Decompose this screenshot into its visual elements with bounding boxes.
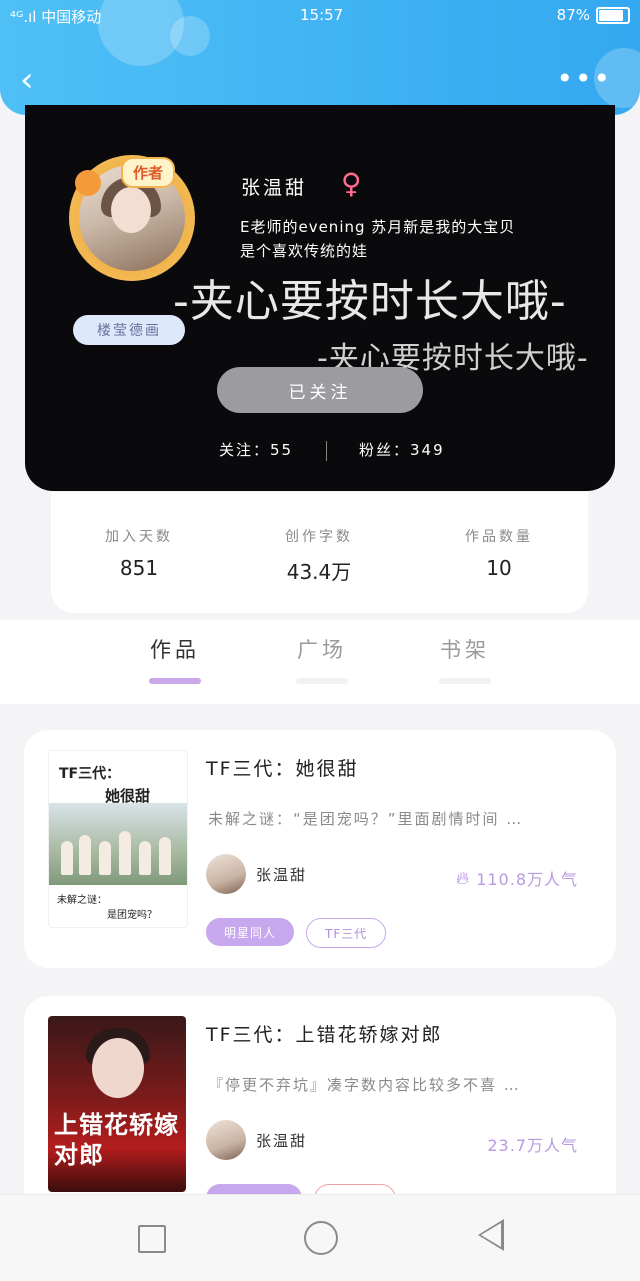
work-title[interactable]: TF三代：上错花轿嫁对郎 [206,1020,443,1047]
tab-label: 书架 [440,638,490,662]
author-name: 张温甜 [256,1131,308,1150]
stat-works-count: 作品数量 10 [429,526,569,580]
tab-bookshelf[interactable]: 书架 [425,634,505,684]
recent-apps-button[interactable] [138,1225,166,1253]
fans-count[interactable]: 粉丝：349 [359,439,445,460]
author-badge: 作者 [121,157,176,188]
stat-word-count: 创作字数 43.4万 [249,526,389,585]
work-description: 未解之谜：“是团宠吗？”里面剧情时间 … [208,810,524,828]
carrier-text: ⁴ᴳ.ıl 中国移动 [10,8,102,26]
back-nav-button[interactable] [478,1219,504,1251]
stat-value: 851 [119,556,159,580]
decor-text: -夹心要按时长大哦- [173,276,567,327]
work-cover[interactable]: TF三代： 她很甜 未解之谜： 是团宠吗？ [48,750,188,928]
tab-indicator [296,678,348,684]
battery-icon [596,6,630,24]
status-bar: ⁴ᴳ.ıl 中国移动 15:57 87% [0,6,640,28]
system-nav-bar [0,1194,640,1281]
work-tag[interactable]: 明星同人 [206,918,295,946]
popularity: 🔥︎ 110.8万人气 [456,866,578,890]
author-avatar [206,854,246,894]
stat-join-days: 加入天数 851 [69,526,209,580]
female-icon: ♀ [341,167,362,200]
profile-tag: 楼莹德画 [73,315,185,345]
cover-text: 未解之谜： [57,895,107,906]
cover-text: 是团宠吗？ [107,910,157,921]
tab-works[interactable]: 作品 [135,634,215,684]
profile-username: 张温甜 [241,177,308,199]
work-card[interactable]: TF三代： 她很甜 未解之谜： 是团宠吗？ TF三代：她很甜 未解之谜：“是团宠… [24,730,616,968]
cover-text: 上错花轿嫁对郎 [54,1111,179,1169]
stat-value: 10 [486,556,512,580]
battery-area: 87% [557,6,630,24]
following-count[interactable]: 关注：55 [219,439,293,460]
follow-button[interactable]: 已关注 [217,367,423,413]
more-options-button[interactable]: ••• [556,62,612,95]
flame-icon: 🔥︎ [455,867,471,889]
back-button[interactable]: ‹ [20,62,50,98]
bio-line: E老师的evening 苏月新是我的大宝贝 [240,218,516,236]
tab-square[interactable]: 广场 [282,634,362,684]
tab-indicator [439,678,491,684]
stat-label: 加入天数 [105,529,173,545]
tab-indicator [149,678,201,684]
work-author[interactable]: 张温甜 [206,1120,307,1160]
popularity-value: 23.7万人气 [487,1136,578,1155]
tab-label: 作品 [150,638,200,662]
work-tags: 明星同人 TF三代 [206,918,387,948]
work-author[interactable]: 张温甜 [206,854,307,894]
profile-card: 作者 楼莹德画 张温甜 ♀ E老师的evening 苏月新是我的大宝贝 是个喜欢… [25,105,615,491]
author-avatar [206,1120,246,1160]
stat-value: 43.4万 [286,560,352,584]
work-title[interactable]: TF三代：她很甜 [206,754,359,781]
home-button[interactable] [304,1221,338,1255]
tab-label: 广场 [297,638,347,662]
tab-bar: 作品 广场 书架 [0,620,640,704]
bio-line: 是个喜欢传统的娃 [240,242,369,260]
profile-bio: E老师的evening 苏月新是我的大宝贝 是个喜欢传统的娃 [240,215,570,263]
author-name: 张温甜 [256,865,308,884]
divider [326,441,327,461]
stat-label: 作品数量 [465,529,533,545]
stat-label: 创作字数 [285,529,353,545]
top-bar: ⁴ᴳ.ıl 中国移动 15:57 87% ‹ ••• [0,0,640,115]
battery-percent: 87% [556,6,590,24]
popularity: 23.7万人气 [487,1132,578,1156]
cover-footnote: 未解之谜： 是团宠吗？ [57,893,157,923]
work-cover[interactable]: 上错花轿嫁对郎 [48,1016,186,1192]
cover-photo [49,803,187,885]
work-description: 『停更不弃坑』凑字数内容比较多不喜 … [208,1076,521,1094]
popularity-value: 110.8万人气 [476,870,578,889]
fruit-decoration-icon [75,170,101,196]
cover-text: TF三代： [59,766,121,782]
work-tag[interactable]: TF三代 [306,918,387,948]
clock-text: 15:57 [300,6,344,24]
stats-card: 加入天数 851 创作字数 43.4万 作品数量 10 [51,492,588,613]
